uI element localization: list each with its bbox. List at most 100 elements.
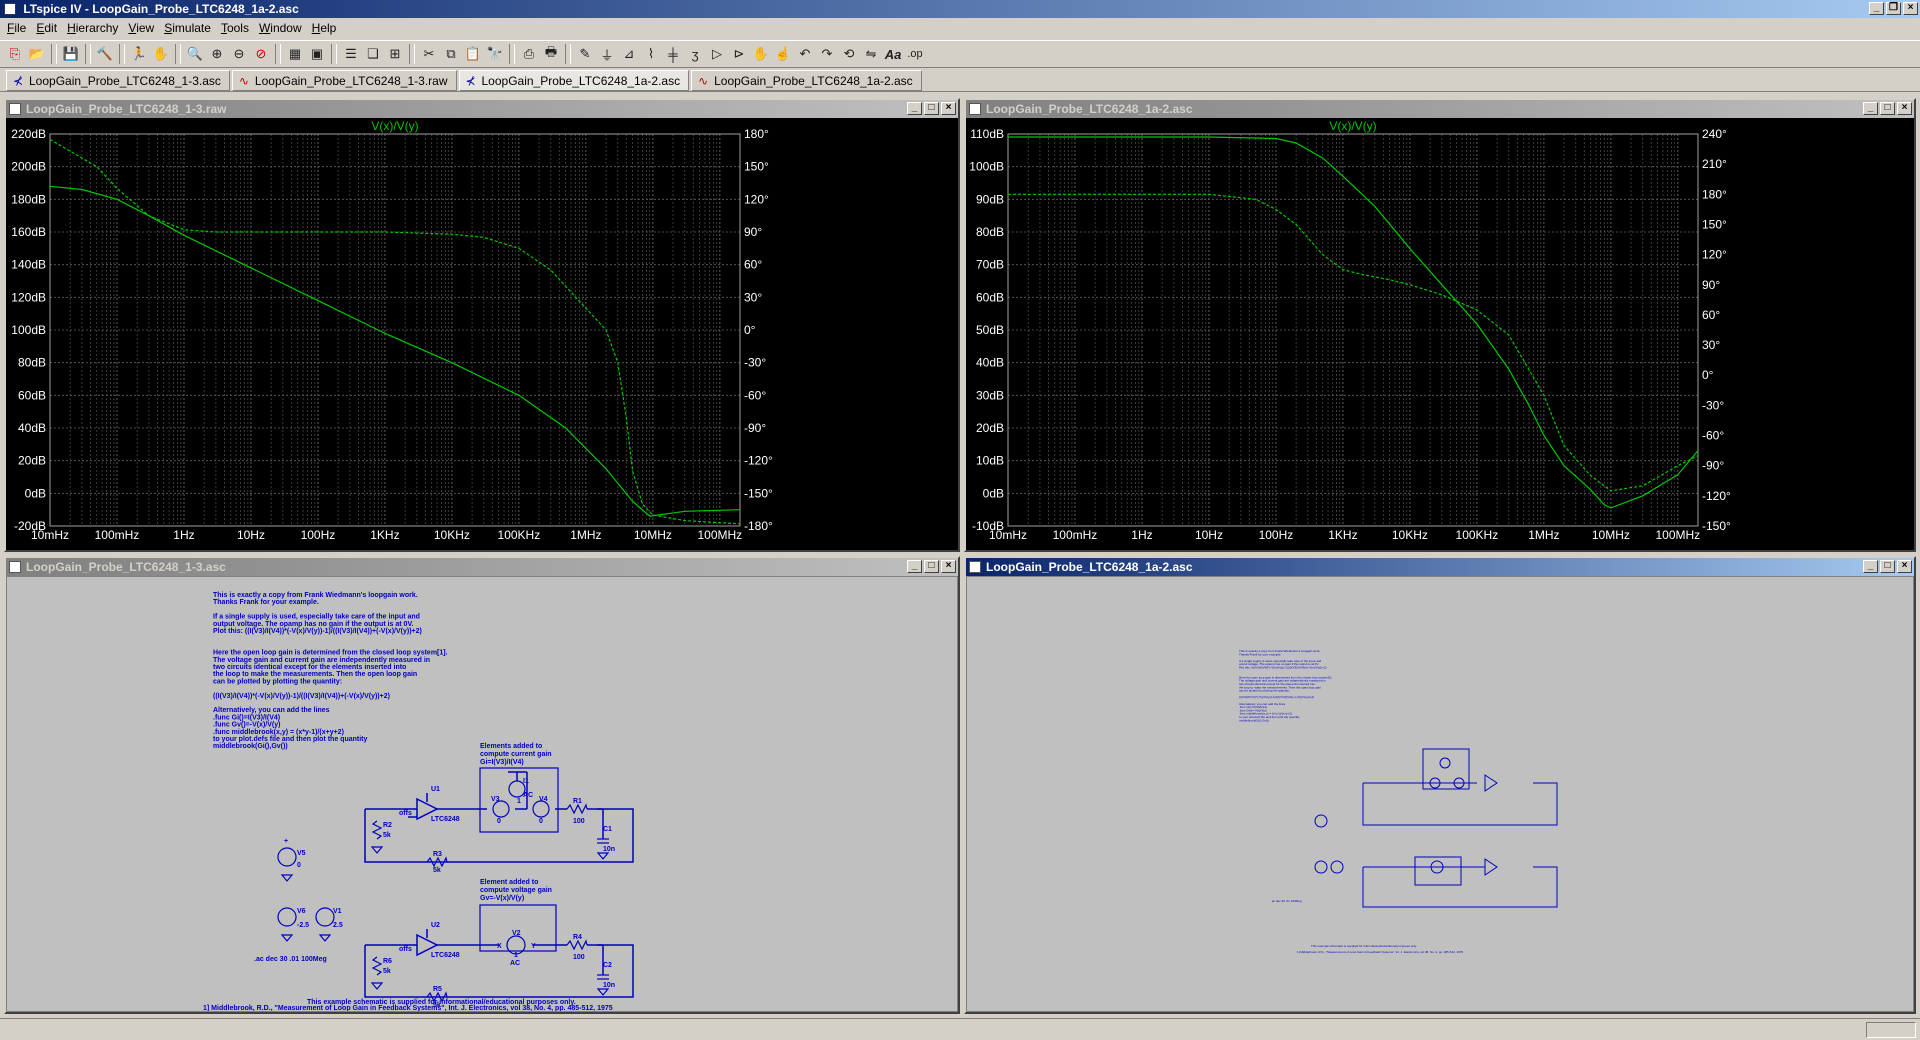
minimize-button[interactable]: _	[1863, 102, 1878, 115]
schematic-window-2[interactable]: LoopGain_Probe_LTC6248_1a-2.asc _ □ × Th…	[964, 556, 1916, 1014]
window-title-bar[interactable]: LoopGain_Probe_LTC6248_1-3.raw _ □ ×	[6, 100, 958, 118]
window-title-bar[interactable]: LoopGain_Probe_LTC6248_1a-2.asc _ □ ×	[966, 558, 1914, 576]
cut-icon[interactable]: ✂	[418, 43, 440, 65]
v1-source[interactable]	[315, 907, 335, 927]
schematic-canvas[interactable]: This is exactly a copy from Frank Wiedma…	[966, 576, 1914, 1012]
v6-source[interactable]	[277, 907, 297, 927]
inductor-icon[interactable]: ʒ	[684, 43, 706, 65]
component-symbols[interactable]	[277, 780, 610, 1003]
halt-icon[interactable]: ✋	[150, 43, 172, 65]
menu-tools[interactable]: Tools	[216, 18, 254, 38]
rotate-icon[interactable]: ⟲	[838, 43, 860, 65]
menu-file[interactable]: File	[2, 18, 31, 38]
phase-trace[interactable]	[1008, 193, 1699, 492]
close-button[interactable]: ×	[941, 560, 956, 573]
window-title-bar[interactable]: LoopGain_Probe_LTC6248_1-3.asc _ □ ×	[6, 558, 958, 576]
schematic-drawing[interactable]: This is exactly a copy from Frank Wiedma…	[7, 577, 957, 1012]
move-icon[interactable]: ✋	[750, 43, 772, 65]
schematic-drawing-zoomed-out[interactable]: This is exactly a copy from Frank Wiedma…	[967, 577, 1913, 1012]
print-icon[interactable]: 🖶	[540, 43, 562, 65]
menu-help[interactable]: Help	[307, 18, 342, 38]
pan-icon[interactable]: ⊕	[206, 43, 228, 65]
tab-waveform-1a-2[interactable]: ∿ LoopGain_Probe_LTC6248_1a-2.asc	[691, 70, 922, 91]
minimize-button[interactable]: _	[1869, 2, 1884, 15]
control-panel-icon[interactable]: 🔨	[94, 43, 116, 65]
bode-plot-2[interactable]: V(x)/V(y) 110dB 100dB 90dB 80dB 70dB 60dB 50dB 4…	[966, 118, 1914, 550]
schematic-comment-block[interactable]: This is exactly a copy from Frank Wiedma…	[213, 592, 448, 750]
print-setup-icon[interactable]: ⎙	[518, 43, 540, 65]
zoom-fit-icon[interactable]: ▣	[306, 43, 328, 65]
waveform-window-2[interactable]: LoopGain_Probe_LTC6248_1a-2.asc _ □ × V(…	[964, 98, 1916, 552]
app-title-bar[interactable]: LTspice IV - LoopGain_Probe_LTC6248_1a-2…	[0, 0, 1920, 18]
circuit-wires[interactable]	[1314, 748, 1558, 908]
close-button[interactable]: ×	[1897, 102, 1912, 115]
magnitude-trace[interactable]	[1008, 136, 1699, 509]
copy-icon[interactable]: ⧉	[440, 43, 462, 65]
cascade-icon[interactable]: ❏	[362, 43, 384, 65]
restore-button[interactable]: ❐	[1886, 2, 1901, 15]
phase-trace[interactable]	[49, 138, 741, 525]
close-button[interactable]: ×	[1897, 560, 1912, 573]
waveform-window-1[interactable]: LoopGain_Probe_LTC6248_1-3.raw _ □ × V(x…	[4, 98, 960, 552]
redo-icon[interactable]: ↷	[816, 43, 838, 65]
draw-wire-icon[interactable]: ✎	[574, 43, 596, 65]
schematic-window-1[interactable]: LoopGain_Probe_LTC6248_1-3.asc _ □ × Thi…	[4, 556, 960, 1014]
mirror-icon[interactable]: ⇋	[860, 43, 882, 65]
run-icon[interactable]: 🏃	[128, 43, 150, 65]
bode-plot-1[interactable]: V(x)/V(y) 220dB 200dB 180dB 160dB 140dB 120dB 1…	[6, 118, 958, 550]
component-icon[interactable]: ⊳	[728, 43, 750, 65]
voltage-gain-box[interactable]	[479, 904, 557, 952]
tab-schematic-1-3[interactable]: ⊀ LoopGain_Probe_LTC6248_1-3.asc	[6, 70, 230, 91]
spice-directive-icon[interactable]: .op	[904, 43, 926, 65]
find-icon[interactable]: 🔭	[484, 43, 506, 65]
menu-window[interactable]: Window	[254, 18, 307, 38]
plot-trace-title[interactable]: V(x)/V(y)	[1329, 119, 1376, 133]
autorange-icon[interactable]: ▦	[284, 43, 306, 65]
close-button[interactable]: ×	[1903, 2, 1918, 15]
minimize-button[interactable]: _	[907, 560, 922, 573]
r4-resistor[interactable]	[566, 939, 588, 951]
v4-source[interactable]	[532, 800, 550, 818]
menu-edit[interactable]: Edit	[31, 18, 62, 38]
r6-resistor[interactable]	[371, 956, 383, 976]
zoom-cancel-icon[interactable]: ⊘	[250, 43, 272, 65]
r1-resistor[interactable]	[566, 803, 588, 815]
plot-pane[interactable]: V(x)/V(y) 110dB 100dB 90dB 80dB 70dB 60dB 50dB 4…	[966, 118, 1914, 550]
minimize-button[interactable]: _	[907, 102, 922, 115]
diode-icon[interactable]: ▷	[706, 43, 728, 65]
zoom-out-icon[interactable]: ⊖	[228, 43, 250, 65]
zoom-in-icon[interactable]: 🔍	[184, 43, 206, 65]
resistor-icon[interactable]: ⌇	[640, 43, 662, 65]
schematic-canvas[interactable]: This is exactly a copy from Frank Wiedma…	[6, 576, 958, 1012]
r2-resistor[interactable]	[371, 820, 383, 840]
minimize-button[interactable]: _	[1863, 560, 1878, 573]
plot-pane[interactable]: V(x)/V(y) 220dB 200dB 180dB 160dB 140dB 120dB 1…	[6, 118, 958, 550]
v3-source[interactable]	[492, 800, 510, 818]
plot-trace-title[interactable]: V(x)/V(y)	[371, 119, 418, 133]
tab-raw-1-3[interactable]: ∿ LoopGain_Probe_LTC6248_1-3.raw	[231, 70, 457, 91]
maximize-button[interactable]: □	[1880, 102, 1895, 115]
menu-view[interactable]: View	[123, 18, 159, 38]
paste-icon[interactable]: 📋	[462, 43, 484, 65]
new-schematic-icon[interactable]: ⎘	[4, 43, 26, 65]
ground-icon[interactable]: ⏚	[596, 43, 618, 65]
label-net-icon[interactable]: ⊿	[618, 43, 640, 65]
undo-icon[interactable]: ↶	[794, 43, 816, 65]
tile-vertical-icon[interactable]: ⊞	[384, 43, 406, 65]
tab-schematic-1a-2[interactable]: ⊀ LoopGain_Probe_LTC6248_1a-2.asc	[458, 70, 690, 91]
tile-horizontal-icon[interactable]: ☰	[340, 43, 362, 65]
open-icon[interactable]: 📂	[26, 43, 48, 65]
maximize-button[interactable]: □	[924, 560, 939, 573]
drag-icon[interactable]: ☝	[772, 43, 794, 65]
capacitor-icon[interactable]: ╪	[662, 43, 684, 65]
v5-source[interactable]	[277, 847, 297, 867]
maximize-button[interactable]: □	[1880, 560, 1895, 573]
maximize-button[interactable]: □	[924, 102, 939, 115]
magnitude-trace[interactable]	[49, 185, 741, 517]
save-icon[interactable]: 💾	[60, 43, 82, 65]
text-icon[interactable]: Aa	[882, 43, 904, 65]
menu-simulate[interactable]: Simulate	[159, 18, 216, 38]
close-button[interactable]: ×	[941, 102, 956, 115]
window-title-bar[interactable]: LoopGain_Probe_LTC6248_1a-2.asc _ □ ×	[966, 100, 1914, 118]
menu-hierarchy[interactable]: Hierarchy	[62, 18, 123, 38]
